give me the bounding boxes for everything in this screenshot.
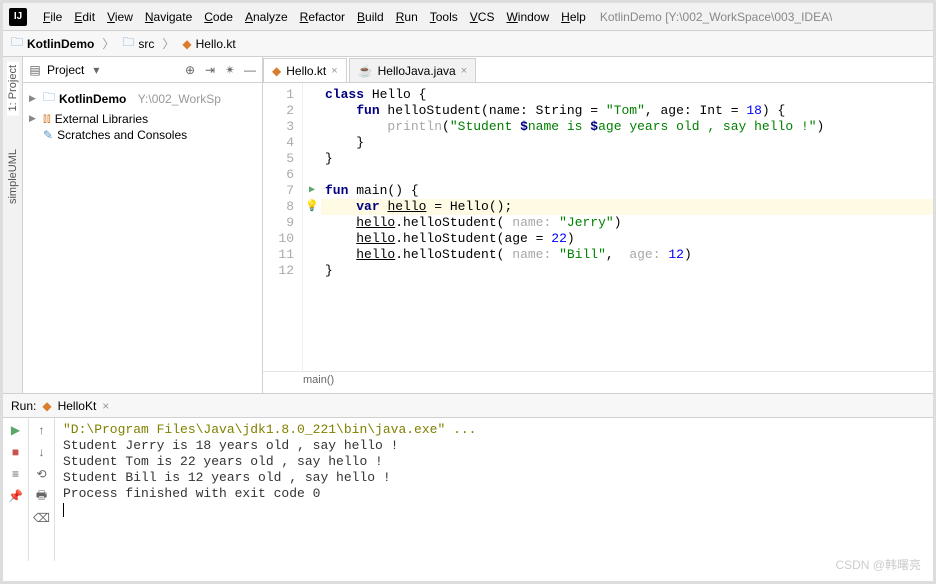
tool-tab-project[interactable]: 1: Project [7,61,19,115]
sidebar-header: ▤ Project ▾ ⊕ ⇥ ✴ — [23,57,262,83]
tree-scratches[interactable]: ✎ Scratches and Consoles [23,127,262,143]
app-logo-icon: IJ [9,8,27,26]
tool-tab-simpleuml[interactable]: simpleUML [7,145,19,208]
print-icon[interactable]: 🖶 [34,488,50,504]
menu-code[interactable]: Code [198,10,239,24]
wrap-icon[interactable]: ⟲ [34,466,50,482]
menu-edit[interactable]: Edit [68,10,101,24]
dropdown-icon[interactable]: ▾ [88,62,104,78]
line-numbers: 123456789101112 [263,83,303,371]
tab-Hello-kt[interactable]: ◆Hello.kt× [263,58,347,82]
run-panel: Run: ◆ HelloKt × ▶ ■ ≡ 📌 ↑ ↓ ⟲ 🖶 ⌫ "D:\P… [3,393,933,561]
down-icon[interactable]: ↓ [34,444,50,460]
rerun-icon[interactable]: ▶ [8,422,24,438]
menu-run[interactable]: Run [390,10,424,24]
left-tool-strip: 1: Project simpleUML [3,57,23,393]
tree-root[interactable]: ▶🗀 KotlinDemo Y:\002_WorkSp [23,87,262,110]
menu-build[interactable]: Build [351,10,390,24]
main-area: 1: Project simpleUML ▤ Project ▾ ⊕ ⇥ ✴ —… [3,57,933,393]
menu-analyze[interactable]: Analyze [239,10,294,24]
close-icon[interactable]: × [102,399,109,413]
menu-bar: IJ FileEditViewNavigateCodeAnalyzeRefact… [3,3,933,31]
up-icon[interactable]: ↑ [34,422,50,438]
kotlin-file-icon: ◆ [272,64,281,78]
tab-HelloJava-java[interactable]: ☕HelloJava.java× [349,58,476,82]
select-opened-icon[interactable]: ⊕ [182,62,198,78]
folder-icon: 🗀 [43,88,55,109]
run-label: Run: [11,399,36,413]
java-file-icon: ☕ [358,64,373,78]
folder-icon: 🗀 [122,33,134,54]
window-title-path: KotlinDemo [Y:\002_WorkSpace\003_IDEA\ [600,10,833,24]
project-sidebar: ▤ Project ▾ ⊕ ⇥ ✴ — ▶🗀 KotlinDemo Y:\002… [23,57,263,393]
menu-refactor[interactable]: Refactor [294,10,351,24]
breadcrumb: 🗀 KotlinDemo 〉 🗀 src 〉 ◆ Hello.kt [3,31,933,57]
pin-icon[interactable]: 📌 [8,488,24,504]
chevron-right-icon: 〉 [98,35,118,52]
menu-view[interactable]: View [101,10,139,24]
folder-icon: 🗀 [11,33,23,54]
layout-icon[interactable]: ≡ [8,466,24,482]
stop-icon[interactable]: ■ [8,444,24,460]
gutter-marks: ▶💡 [303,83,321,371]
editor: ◆Hello.kt×☕HelloJava.java× 1234567891011… [263,57,933,393]
close-icon[interactable]: × [331,65,337,77]
clear-icon[interactable]: ⌫ [34,510,50,526]
code-body[interactable]: class Hello { fun helloStudent(name: Str… [321,83,933,371]
run-toolbar-right: ↑ ↓ ⟲ 🖶 ⌫ [29,418,55,561]
run-header: Run: ◆ HelloKt × [3,394,933,418]
menu-file[interactable]: File [37,10,68,24]
crumb-file[interactable]: ◆ Hello.kt [182,37,235,51]
editor-tabs: ◆Hello.kt×☕HelloJava.java× [263,57,933,83]
run-gutter-icon[interactable]: ▶ [309,183,315,199]
close-icon[interactable]: × [461,65,467,77]
menu-navigate[interactable]: Navigate [139,10,198,24]
chevron-right-icon: 〉 [158,35,178,52]
menu-window[interactable]: Window [500,10,555,24]
sidebar-title: Project [47,63,84,77]
menu-vcs[interactable]: VCS [464,10,501,24]
hide-icon[interactable]: — [242,62,258,78]
menu-help[interactable]: Help [555,10,592,24]
library-icon: ⫾⫾ [43,111,51,126]
tree-external-libs[interactable]: ▶⫾⫾ External Libraries [23,110,262,127]
code-area[interactable]: 123456789101112 ▶💡 class Hello { fun hel… [263,83,933,371]
run-config-name[interactable]: HelloKt [58,399,97,413]
run-toolbar-left: ▶ ■ ≡ 📌 [3,418,29,561]
console-output[interactable]: "D:\Program Files\Java\jdk1.8.0_221\bin\… [55,418,933,561]
collapse-icon[interactable]: ⇥ [202,62,218,78]
kotlin-run-icon: ◆ [42,399,51,413]
crumb-project[interactable]: 🗀 KotlinDemo [11,33,94,54]
watermark: CSDN @韩曙亮 [835,556,921,573]
bulb-icon[interactable]: 💡 [305,199,319,215]
scratch-icon: ✎ [43,128,53,142]
editor-breadcrumb[interactable]: main() [263,371,933,393]
menu-tools[interactable]: Tools [424,10,464,24]
project-view-icon[interactable]: ▤ [27,62,43,78]
gear-icon[interactable]: ✴ [222,62,238,78]
kotlin-file-icon: ◆ [182,37,191,51]
project-tree[interactable]: ▶🗀 KotlinDemo Y:\002_WorkSp ▶⫾⫾ External… [23,83,262,147]
crumb-src[interactable]: 🗀 src [122,33,154,54]
